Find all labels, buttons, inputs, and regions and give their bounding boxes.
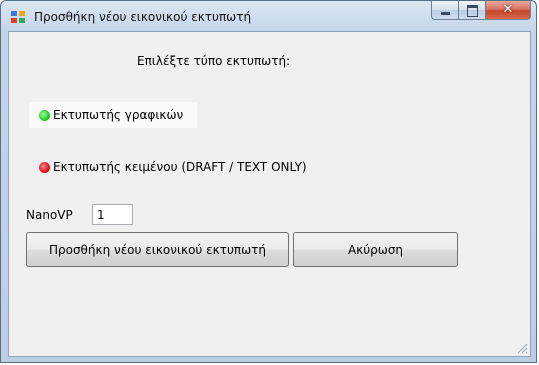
printer-type-text[interactable]: Εκτυπωτής κειμένου (DRAFT / TEXT ONLY) bbox=[29, 154, 307, 180]
red-status-icon bbox=[39, 161, 50, 173]
window-title: Προσθήκη νέου εικονικού εκτυπωτή bbox=[34, 10, 252, 24]
resize-grip-icon[interactable] bbox=[516, 342, 528, 354]
title-bar[interactable]: Προσθήκη νέου εικονικού εκτυπωτή ✕ bbox=[1, 1, 536, 31]
add-printer-button[interactable]: Προσθήκη νέου εικονικού εκτυπωτή bbox=[26, 232, 289, 267]
printer-type-prompt: Επιλέξτε τύπο εκτυπωτή: bbox=[137, 54, 291, 68]
minimize-icon bbox=[441, 12, 450, 15]
close-icon: ✕ bbox=[502, 2, 514, 17]
dialog-window: Προσθήκη νέου εικονικού εκτυπωτή ✕ Επιλέ… bbox=[0, 0, 537, 363]
nanovp-label: NanoVP bbox=[26, 208, 73, 222]
minimize-button[interactable] bbox=[431, 1, 458, 20]
green-status-icon bbox=[39, 109, 50, 121]
printer-type-text-label: Εκτυπωτής κειμένου (DRAFT / TEXT ONLY) bbox=[53, 160, 307, 174]
caption-buttons: ✕ bbox=[431, 1, 531, 21]
printer-type-graphics[interactable]: Εκτυπωτής γραφικών bbox=[29, 102, 197, 128]
cancel-button[interactable]: Ακύρωση bbox=[293, 232, 458, 267]
printer-type-graphics-label: Εκτυπωτής γραφικών bbox=[53, 108, 184, 122]
maximize-button[interactable] bbox=[458, 1, 485, 20]
printer-app-icon bbox=[11, 11, 25, 23]
maximize-icon bbox=[467, 5, 478, 17]
dialog-content: Επιλέξτε τύπο εκτυπωτή: Εκτυπωτής γραφικ… bbox=[8, 31, 531, 357]
nanovp-input[interactable] bbox=[92, 204, 133, 225]
close-button[interactable]: ✕ bbox=[485, 1, 531, 20]
